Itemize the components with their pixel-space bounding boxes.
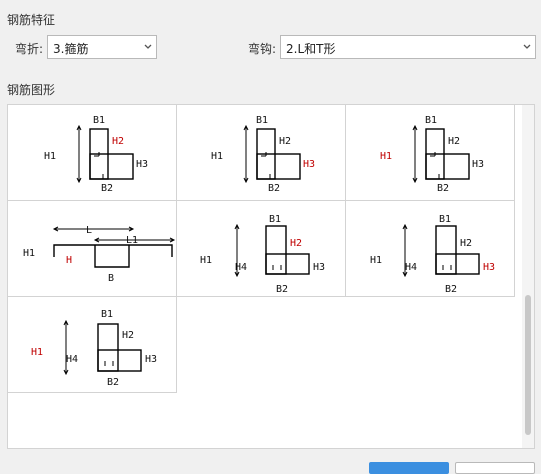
label-h1: H1 bbox=[31, 347, 43, 358]
label-b2: B2 bbox=[445, 284, 457, 295]
label-b1: B1 bbox=[439, 214, 451, 225]
label-h4: H4 bbox=[66, 354, 78, 365]
shape-cell-7[interactable]: B1 H2 H3 H1 H4 B2 bbox=[8, 297, 177, 393]
chevron-down-icon bbox=[144, 44, 152, 49]
label-h3: H3 bbox=[303, 159, 315, 170]
label-b2: B2 bbox=[437, 183, 449, 194]
label-h: H bbox=[66, 255, 72, 266]
label-h4: H4 bbox=[405, 262, 417, 273]
label-b1: B1 bbox=[93, 115, 105, 126]
shape-grid-scrollbar[interactable] bbox=[522, 105, 534, 448]
label-h1: H1 bbox=[44, 151, 56, 162]
label-h2: H2 bbox=[112, 136, 124, 147]
shape-cell-5[interactable]: B1 H2 H3 H1 H4 B2 bbox=[177, 201, 346, 297]
label-h2: H2 bbox=[122, 330, 134, 341]
label-b: B bbox=[108, 273, 114, 284]
cancel-button[interactable] bbox=[455, 462, 535, 474]
bend-select[interactable]: 3.箍筋 bbox=[47, 35, 157, 59]
label-h2: H2 bbox=[279, 136, 291, 147]
shape-cell-3[interactable]: B1 H2 H3 H1 B2 bbox=[346, 105, 515, 201]
label-h3: H3 bbox=[472, 159, 484, 170]
shapes-section-title: 钢筋图形 bbox=[7, 83, 56, 97]
hook-select[interactable]: 2.L和T形 bbox=[280, 35, 536, 59]
label-h1: H1 bbox=[23, 248, 35, 259]
label-b1: B1 bbox=[101, 309, 113, 320]
label-b1: B1 bbox=[256, 115, 268, 126]
label-b2: B2 bbox=[101, 183, 113, 194]
label-l1: L1 bbox=[126, 235, 138, 246]
scrollbar-thumb[interactable] bbox=[525, 295, 531, 435]
label-h3: H3 bbox=[483, 262, 495, 273]
features-section-title: 钢筋特征 bbox=[7, 13, 56, 27]
shape-cell-4[interactable]: L L1 H1 H B bbox=[8, 201, 177, 297]
label-h2: H2 bbox=[460, 238, 472, 249]
label-b1: B1 bbox=[425, 115, 437, 126]
label-b1: B1 bbox=[269, 214, 281, 225]
label-h2: H2 bbox=[448, 136, 460, 147]
label-h3: H3 bbox=[136, 159, 148, 170]
label-h3: H3 bbox=[313, 262, 325, 273]
hook-label: 弯钩: bbox=[248, 42, 277, 56]
shape-cell-6[interactable]: B1 H2 H3 H1 H4 B2 bbox=[346, 201, 515, 297]
label-b2: B2 bbox=[268, 183, 280, 194]
label-h1: H1 bbox=[380, 151, 392, 162]
shape-grid: B1 H2 H3 H1 B2 B1 H2 H3 H1 B2 B1 H2 H3 H… bbox=[7, 104, 535, 449]
label-h1: H1 bbox=[200, 255, 212, 266]
label-h4: H4 bbox=[235, 262, 247, 273]
confirm-button[interactable] bbox=[369, 462, 449, 474]
shape-cell-1[interactable]: B1 H2 H3 H1 B2 bbox=[8, 105, 177, 201]
label-h3: H3 bbox=[145, 354, 157, 365]
label-h2: H2 bbox=[290, 238, 302, 249]
label-h1: H1 bbox=[211, 151, 223, 162]
label-l: L bbox=[86, 225, 92, 236]
bend-select-value: 3.箍筋 bbox=[53, 42, 89, 56]
label-b2: B2 bbox=[107, 377, 119, 388]
shape-cell-2[interactable]: B1 H2 H3 H1 B2 bbox=[177, 105, 346, 201]
chevron-down-icon bbox=[523, 44, 531, 49]
bend-label: 弯折: bbox=[15, 42, 44, 56]
hook-select-value: 2.L和T形 bbox=[286, 42, 336, 56]
label-b2: B2 bbox=[276, 284, 288, 295]
label-h1: H1 bbox=[370, 255, 382, 266]
